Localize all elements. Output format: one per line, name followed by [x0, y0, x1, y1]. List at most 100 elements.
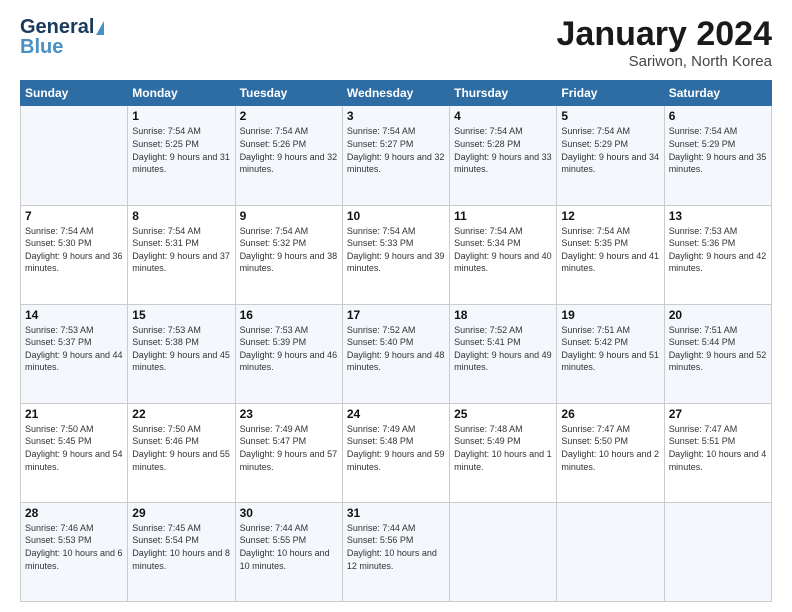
- calendar-cell: 24 Sunrise: 7:49 AMSunset: 5:48 PMDayligh…: [342, 403, 449, 502]
- day-number: 18: [454, 308, 552, 322]
- calendar-week-row: 7 Sunrise: 7:54 AMSunset: 5:30 PMDaylight…: [21, 205, 772, 304]
- calendar-week-row: 1 Sunrise: 7:54 AMSunset: 5:25 PMDaylight…: [21, 106, 772, 205]
- cell-info: Sunrise: 7:53 AMSunset: 5:36 PMDaylight:…: [669, 225, 767, 275]
- calendar-cell: 23 Sunrise: 7:49 AMSunset: 5:47 PMDayligh…: [235, 403, 342, 502]
- calendar-cell: 6 Sunrise: 7:54 AMSunset: 5:29 PMDaylight…: [664, 106, 771, 205]
- day-number: 21: [25, 407, 123, 421]
- calendar-week-row: 21 Sunrise: 7:50 AMSunset: 5:45 PMDayligh…: [21, 403, 772, 502]
- calendar-cell: 13 Sunrise: 7:53 AMSunset: 5:36 PMDayligh…: [664, 205, 771, 304]
- calendar-cell: 26 Sunrise: 7:47 AMSunset: 5:50 PMDayligh…: [557, 403, 664, 502]
- cell-info: Sunrise: 7:54 AMSunset: 5:28 PMDaylight:…: [454, 125, 552, 175]
- calendar-cell: 4 Sunrise: 7:54 AMSunset: 5:28 PMDaylight…: [450, 106, 557, 205]
- calendar-cell: 19Sunrise: 7:51 AMSunset: 5:42 PMDayligh…: [557, 304, 664, 403]
- cell-info: Sunrise: 7:45 AMSunset: 5:54 PMDaylight:…: [132, 522, 230, 572]
- calendar-cell: [557, 502, 664, 601]
- calendar-header: Sunday Monday Tuesday Wednesday Thursday…: [21, 81, 772, 106]
- day-number: 15: [132, 308, 230, 322]
- calendar-cell: 2 Sunrise: 7:54 AMSunset: 5:26 PMDaylight…: [235, 106, 342, 205]
- logo-general: General: [20, 16, 94, 38]
- calendar-cell: 8Sunrise: 7:54 AMSunset: 5:31 PMDaylight…: [128, 205, 235, 304]
- header: General Blue January 2024 Sariwon, North…: [20, 16, 772, 70]
- calendar-cell: 10 Sunrise: 7:54 AMSunset: 5:33 PMDayligh…: [342, 205, 449, 304]
- month-title: January 2024: [557, 16, 773, 53]
- header-thursday: Thursday: [450, 81, 557, 106]
- logo-blue: Blue: [20, 37, 63, 57]
- day-number: 4: [454, 109, 552, 123]
- calendar-cell: 7 Sunrise: 7:54 AMSunset: 5:30 PMDaylight…: [21, 205, 128, 304]
- cell-info: Sunrise: 7:54 AMSunset: 5:26 PMDaylight:…: [240, 125, 338, 175]
- cell-info: Sunrise: 7:54 AMSunset: 5:33 PMDaylight:…: [347, 225, 445, 275]
- calendar-cell: 17 Sunrise: 7:52 AMSunset: 5:40 PMDayligh…: [342, 304, 449, 403]
- cell-info: Sunrise: 7:44 AMSunset: 5:56 PMDaylight:…: [347, 522, 445, 572]
- calendar-cell: 16 Sunrise: 7:53 AMSunset: 5:39 PMDayligh…: [235, 304, 342, 403]
- calendar-cell: 14 Sunrise: 7:53 AMSunset: 5:37 PMDayligh…: [21, 304, 128, 403]
- day-number: 23: [240, 407, 338, 421]
- day-number: 16: [240, 308, 338, 322]
- calendar-week-row: 14 Sunrise: 7:53 AMSunset: 5:37 PMDayligh…: [21, 304, 772, 403]
- day-number: 17: [347, 308, 445, 322]
- calendar-cell: 18 Sunrise: 7:52 AMSunset: 5:41 PMDayligh…: [450, 304, 557, 403]
- cell-info: Sunrise: 7:54 AMSunset: 5:29 PMDaylight:…: [669, 125, 767, 175]
- calendar-cell: 9 Sunrise: 7:54 AMSunset: 5:32 PMDaylight…: [235, 205, 342, 304]
- day-number: 6: [669, 109, 767, 123]
- day-number: 5: [561, 109, 659, 123]
- calendar-cell: 29 Sunrise: 7:45 AMSunset: 5:54 PMDayligh…: [128, 502, 235, 601]
- cell-info: Sunrise: 7:54 AMSunset: 5:30 PMDaylight:…: [25, 225, 123, 275]
- day-number: 30: [240, 506, 338, 520]
- day-number: 24: [347, 407, 445, 421]
- header-wednesday: Wednesday: [342, 81, 449, 106]
- cell-info: Sunrise: 7:52 AMSunset: 5:40 PMDaylight:…: [347, 324, 445, 374]
- cell-info: Sunrise: 7:48 AMSunset: 5:49 PMDaylight:…: [454, 423, 552, 473]
- calendar-cell: 27 Sunrise: 7:47 AMSunset: 5:51 PMDayligh…: [664, 403, 771, 502]
- day-number: 13: [669, 209, 767, 223]
- header-saturday: Saturday: [664, 81, 771, 106]
- day-number: 2: [240, 109, 338, 123]
- day-number: 9: [240, 209, 338, 223]
- calendar-cell: [21, 106, 128, 205]
- header-sunday: Sunday: [21, 81, 128, 106]
- calendar-cell: 11 Sunrise: 7:54 AMSunset: 5:34 PMDayligh…: [450, 205, 557, 304]
- day-number: 26: [561, 407, 659, 421]
- cell-info: Sunrise: 7:54 AMSunset: 5:31 PMDaylight:…: [132, 225, 230, 275]
- day-number: 1: [132, 109, 230, 123]
- title-section: January 2024 Sariwon, North Korea: [557, 16, 773, 70]
- cell-info: Sunrise: 7:54 AMSunset: 5:32 PMDaylight:…: [240, 225, 338, 275]
- day-number: 12: [561, 209, 659, 223]
- calendar-cell: 1 Sunrise: 7:54 AMSunset: 5:25 PMDaylight…: [128, 106, 235, 205]
- day-number: 25: [454, 407, 552, 421]
- weekday-header-row: Sunday Monday Tuesday Wednesday Thursday…: [21, 81, 772, 106]
- cell-info: Sunrise: 7:49 AMSunset: 5:47 PMDaylight:…: [240, 423, 338, 473]
- cell-info: Sunrise: 7:47 AMSunset: 5:50 PMDaylight:…: [561, 423, 659, 473]
- day-number: 29: [132, 506, 230, 520]
- cell-info: Sunrise: 7:53 AMSunset: 5:37 PMDaylight:…: [25, 324, 123, 374]
- header-friday: Friday: [557, 81, 664, 106]
- header-tuesday: Tuesday: [235, 81, 342, 106]
- calendar-cell: 31Sunrise: 7:44 AMSunset: 5:56 PMDayligh…: [342, 502, 449, 601]
- location: Sariwon, North Korea: [557, 53, 773, 70]
- cell-info: Sunrise: 7:49 AMSunset: 5:48 PMDaylight:…: [347, 423, 445, 473]
- calendar-cell: 21 Sunrise: 7:50 AMSunset: 5:45 PMDayligh…: [21, 403, 128, 502]
- logo: General Blue: [20, 16, 104, 57]
- day-number: 7: [25, 209, 123, 223]
- calendar-cell: 12Sunrise: 7:54 AMSunset: 5:35 PMDayligh…: [557, 205, 664, 304]
- day-number: 3: [347, 109, 445, 123]
- cell-info: Sunrise: 7:54 AMSunset: 5:34 PMDaylight:…: [454, 225, 552, 275]
- cell-info: Sunrise: 7:50 AMSunset: 5:45 PMDaylight:…: [25, 423, 123, 473]
- calendar-cell: [664, 502, 771, 601]
- day-number: 27: [669, 407, 767, 421]
- cell-info: Sunrise: 7:52 AMSunset: 5:41 PMDaylight:…: [454, 324, 552, 374]
- calendar-cell: [450, 502, 557, 601]
- cell-info: Sunrise: 7:54 AMSunset: 5:25 PMDaylight:…: [132, 125, 230, 175]
- cell-info: Sunrise: 7:50 AMSunset: 5:46 PMDaylight:…: [132, 423, 230, 473]
- cell-info: Sunrise: 7:51 AMSunset: 5:42 PMDaylight:…: [561, 324, 659, 374]
- day-number: 11: [454, 209, 552, 223]
- page: General Blue January 2024 Sariwon, North…: [0, 0, 792, 612]
- day-number: 22: [132, 407, 230, 421]
- day-number: 20: [669, 308, 767, 322]
- cell-info: Sunrise: 7:53 AMSunset: 5:39 PMDaylight:…: [240, 324, 338, 374]
- day-number: 10: [347, 209, 445, 223]
- cell-info: Sunrise: 7:47 AMSunset: 5:51 PMDaylight:…: [669, 423, 767, 473]
- day-number: 14: [25, 308, 123, 322]
- calendar-cell: 3Sunrise: 7:54 AMSunset: 5:27 PMDaylight…: [342, 106, 449, 205]
- calendar-cell: 28Sunrise: 7:46 AMSunset: 5:53 PMDayligh…: [21, 502, 128, 601]
